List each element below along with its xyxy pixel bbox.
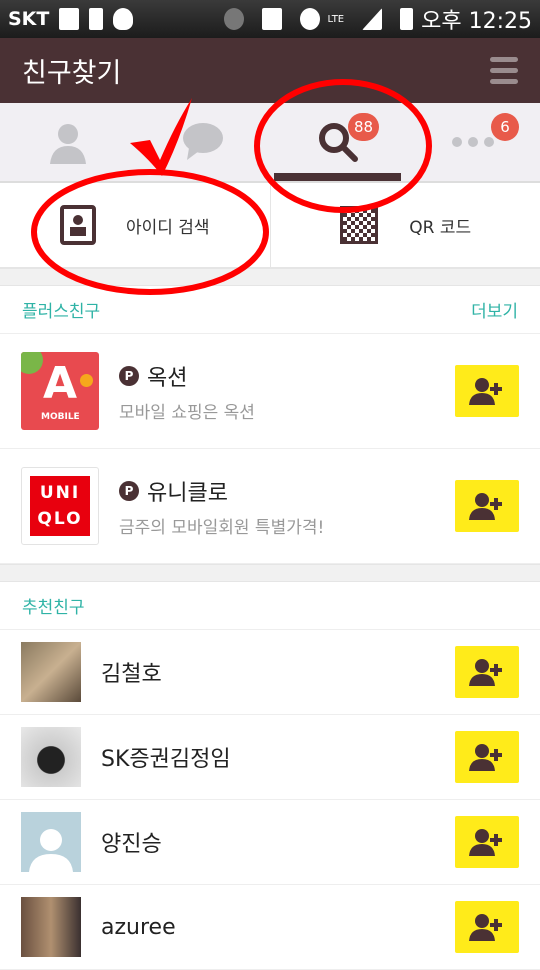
add-friend-icon xyxy=(469,492,505,520)
tab-friends[interactable] xyxy=(0,103,135,181)
more-icon xyxy=(451,136,495,148)
add-friend-button[interactable] xyxy=(455,816,519,868)
list-item[interactable]: azuree xyxy=(0,885,540,970)
divider xyxy=(0,564,540,582)
battery-usb-icon xyxy=(59,8,79,30)
list-item[interactable]: 김철호 xyxy=(0,630,540,715)
avatar xyxy=(21,727,81,787)
bluetooth-icon xyxy=(224,8,244,30)
avatar xyxy=(21,642,81,702)
add-friend-icon xyxy=(469,913,505,941)
qr-code-icon xyxy=(339,205,379,245)
add-friend-icon xyxy=(469,828,505,856)
section-title: 추천친구 xyxy=(22,593,85,618)
add-friend-icon xyxy=(469,377,505,405)
list-item[interactable]: SK증권김정임 xyxy=(0,715,540,800)
add-friend-icon xyxy=(469,658,505,686)
carrier: SKT xyxy=(8,8,49,30)
battery-charging-icon xyxy=(400,8,413,30)
id-search-button[interactable]: 아이디 검색 xyxy=(0,183,270,267)
list-item[interactable]: UNIQLO P 유니클로 금주의 모바일회원 특별가격! xyxy=(0,449,540,564)
status-bar: SKT LTE 오후 12:25 xyxy=(0,0,540,38)
list-item[interactable]: 양진승 xyxy=(0,800,540,885)
find-badge: 88 xyxy=(348,113,379,141)
tab-bar: 88 6 xyxy=(0,103,540,183)
friend-desc: 금주의 모바일회원 특별가격! xyxy=(119,513,324,538)
usb-icon xyxy=(89,8,103,30)
page-title: 친구찾기 xyxy=(22,51,121,90)
recommended-header: 추천친구 xyxy=(0,582,540,630)
plus-friends-header: 플러스친구 더보기 xyxy=(0,286,540,334)
friend-desc: 모바일 쇼핑은 옥션 xyxy=(119,398,255,423)
auction-logo: A MOBILE xyxy=(21,352,99,430)
tab-chats[interactable] xyxy=(135,103,270,181)
list-item[interactable]: A MOBILE P 옥션 모바일 쇼핑은 옥션 xyxy=(0,334,540,449)
qr-code-button[interactable]: QR 코드 xyxy=(270,183,540,267)
alarm-icon xyxy=(300,8,320,30)
add-friend-button[interactable] xyxy=(455,731,519,783)
add-friend-icon xyxy=(469,743,505,771)
divider xyxy=(0,268,540,286)
search-options: 아이디 검색 QR 코드 xyxy=(0,183,540,268)
default-avatar xyxy=(21,812,81,872)
plus-friend-icon: P xyxy=(119,366,139,386)
more-badge: 6 xyxy=(491,113,519,141)
app-header: 친구찾기 xyxy=(0,38,540,103)
menu-icon[interactable] xyxy=(490,57,518,84)
add-friend-button[interactable] xyxy=(455,365,519,417)
friend-name: 옥션 xyxy=(147,360,187,392)
qr-code-label: QR 코드 xyxy=(409,213,471,238)
chat-bubble-icon xyxy=(181,122,225,162)
uniqlo-logo: UNIQLO xyxy=(21,467,99,545)
add-friend-button[interactable] xyxy=(455,901,519,953)
plus-friend-icon: P xyxy=(119,481,139,501)
more-link[interactable]: 더보기 xyxy=(471,297,518,322)
lte-icon: LTE xyxy=(328,14,345,25)
section-title: 플러스친구 xyxy=(22,297,100,322)
friend-name: SK증권김정임 xyxy=(101,741,231,773)
friend-name: azuree xyxy=(101,915,176,940)
data-transfer-icon xyxy=(262,8,282,30)
person-icon xyxy=(46,120,90,164)
add-friend-button[interactable] xyxy=(455,646,519,698)
id-card-icon xyxy=(60,205,96,245)
avatar xyxy=(21,897,81,957)
tab-more[interactable]: 6 xyxy=(405,103,540,181)
clock: 오후 12:25 xyxy=(421,3,532,35)
add-friend-button[interactable] xyxy=(455,480,519,532)
friend-name: 양진승 xyxy=(101,826,162,858)
signal-icon xyxy=(362,8,382,30)
android-debug-icon xyxy=(113,8,133,30)
tab-find[interactable]: 88 xyxy=(270,103,405,181)
friend-name: 유니클로 xyxy=(147,475,228,507)
id-search-label: 아이디 검색 xyxy=(126,213,210,238)
friend-name: 김철호 xyxy=(101,656,162,688)
